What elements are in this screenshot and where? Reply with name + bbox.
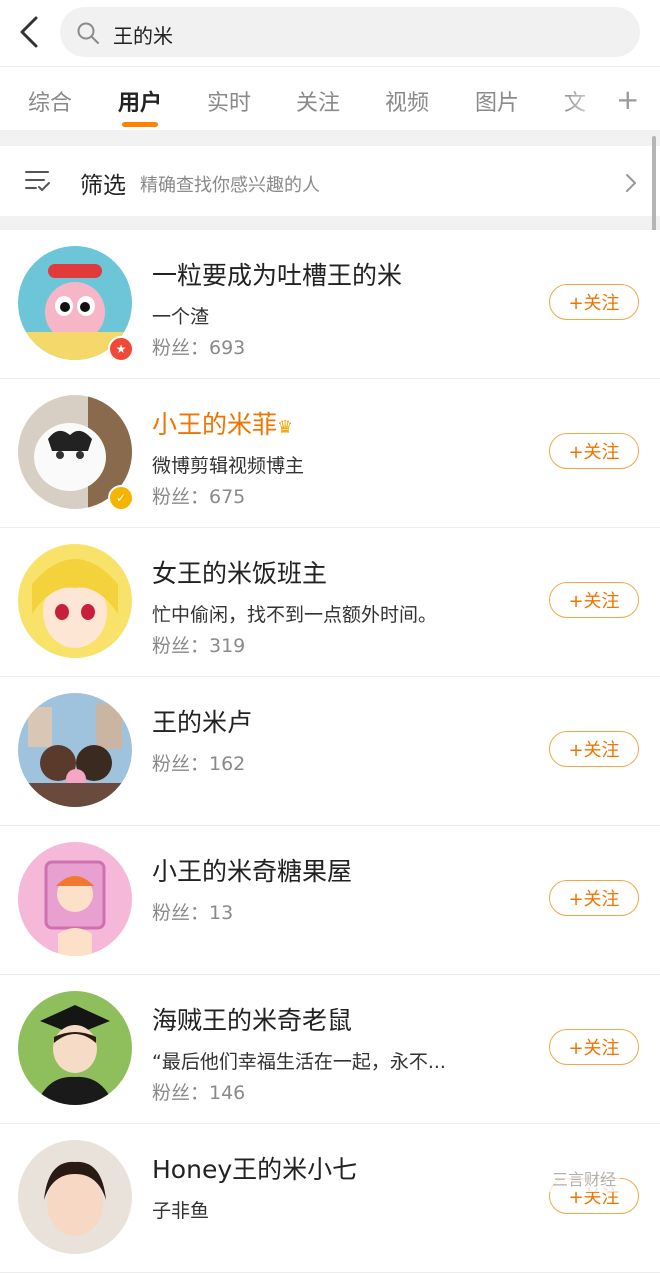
active-tab-indicator: [122, 122, 158, 127]
follow-button[interactable]: +关注: [549, 582, 639, 618]
user-row[interactable]: ✓ 小王的米菲♛ 微博剪辑视频博主 粉丝：675 +关注: [0, 379, 660, 528]
user-name[interactable]: 小王的米奇糖果屋: [152, 852, 352, 888]
search-query[interactable]: 王的米: [113, 20, 173, 49]
filter-description: 精确查找你感兴趣的人: [140, 175, 320, 196]
user-list: ★ 一粒要成为吐槽王的米 一个渣 粉丝：693 +关注 ✓ 小王的米菲♛ 微博剪…: [0, 230, 660, 1273]
search-icon: [77, 22, 99, 44]
tab-videos[interactable]: 视频: [385, 85, 429, 117]
verified-badge: ✓: [108, 485, 134, 511]
watermark: 三言财经: [548, 1164, 621, 1192]
tab-following[interactable]: 关注: [296, 85, 340, 117]
user-row[interactable]: 小王的米奇糖果屋 粉丝：13 +关注: [0, 826, 660, 975]
chevron-right-icon: [626, 174, 636, 192]
user-description: “最后他们幸福生活在一起，永不...: [152, 1051, 446, 1073]
follower-count: 粉丝：319: [152, 635, 246, 657]
follow-button[interactable]: +关注: [549, 433, 639, 469]
search-input[interactable]: 王的米: [60, 7, 640, 57]
user-description: 微博剪辑视频博主: [152, 455, 305, 477]
follow-button[interactable]: +关注: [549, 731, 639, 767]
divider: [0, 130, 660, 146]
chevron-left-icon: [20, 16, 38, 48]
add-tab-button[interactable]: +: [616, 83, 639, 116]
avatar[interactable]: [18, 842, 132, 956]
user-row[interactable]: ★ 一粒要成为吐槽王的米 一个渣 粉丝：693 +关注: [0, 230, 660, 379]
tab-bar: 综合 用户 实时 关注 视频 图片 文 +: [0, 66, 660, 131]
user-description: 忙中偷闲，找不到一点额外时间。: [152, 604, 438, 626]
tab-all[interactable]: 综合: [28, 85, 72, 117]
follower-count: 粉丝：162: [152, 753, 246, 775]
follow-button[interactable]: +关注: [549, 880, 639, 916]
avatar[interactable]: [18, 991, 132, 1105]
avatar[interactable]: [18, 693, 132, 807]
top-bar: 王的米: [0, 0, 660, 66]
crown-icon: ♛: [277, 417, 294, 438]
verified-badge: ★: [108, 336, 134, 362]
follower-count: 粉丝：675: [152, 486, 246, 508]
user-row[interactable]: 海贼王的米奇老鼠 “最后他们幸福生活在一起，永不... 粉丝：146 +关注: [0, 975, 660, 1124]
user-name[interactable]: 海贼王的米奇老鼠: [152, 1001, 352, 1037]
user-name-text: 小王的米菲: [152, 410, 278, 439]
user-description: 一个渣: [152, 306, 210, 328]
tab-users[interactable]: 用户: [118, 85, 162, 117]
user-row[interactable]: 王的米卢 粉丝：162 +关注: [0, 677, 660, 826]
follow-button[interactable]: +关注: [549, 284, 639, 320]
user-row[interactable]: 女王的米饭班主 忙中偷闲，找不到一点额外时间。 粉丝：319 +关注: [0, 528, 660, 677]
follower-count: 粉丝：13: [152, 902, 234, 924]
tab-fade: [560, 77, 610, 121]
filter-list-icon: [25, 171, 50, 191]
user-name[interactable]: 一粒要成为吐槽王的米: [152, 256, 402, 292]
user-name[interactable]: 王的米卢: [152, 703, 252, 739]
user-name[interactable]: 女王的米饭班主: [152, 554, 327, 590]
user-name[interactable]: Honey王的米小七: [152, 1150, 357, 1186]
user-description: 子非鱼: [152, 1200, 210, 1222]
follower-count: 粉丝：693: [152, 337, 246, 359]
follow-button[interactable]: +关注: [549, 1029, 639, 1065]
user-row[interactable]: Honey王的米小七 子非鱼 +关注: [0, 1124, 660, 1273]
divider: [0, 216, 660, 230]
avatar[interactable]: [18, 544, 132, 658]
avatar[interactable]: [18, 1140, 132, 1254]
tab-realtime[interactable]: 实时: [207, 85, 251, 117]
user-name[interactable]: 小王的米菲♛: [152, 405, 293, 441]
filter-title: 筛选: [80, 173, 126, 199]
back-button[interactable]: [12, 12, 48, 52]
tab-images[interactable]: 图片: [475, 85, 519, 117]
follower-count: 粉丝：146: [152, 1082, 246, 1104]
filter-row[interactable]: 筛选 精确查找你感兴趣的人: [0, 146, 660, 216]
